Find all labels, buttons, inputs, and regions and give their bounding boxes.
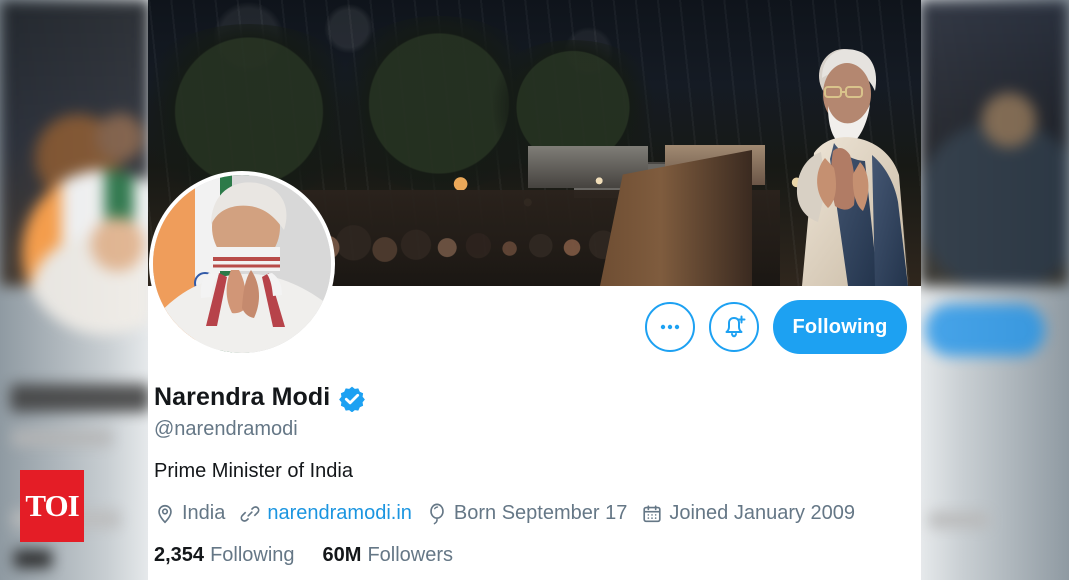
- profile-name: Narendra Modi: [154, 383, 331, 411]
- following-stat[interactable]: 2,354 Following: [154, 544, 295, 567]
- blurred-meta-right: [929, 512, 989, 528]
- profile-bio: Prime Minister of India: [154, 460, 353, 482]
- followers-stat[interactable]: 60M Followers: [323, 544, 453, 567]
- link-icon: [240, 505, 260, 522]
- balloon-icon: [430, 503, 444, 524]
- profile-card: Following Narendra Modi @narendramodi Pr…: [148, 0, 921, 580]
- verified-check-icon: [339, 386, 366, 412]
- blurred-name-left: [10, 384, 150, 412]
- profile-name-row: Narendra Modi: [154, 383, 366, 412]
- joined-text: Joined January 2009: [669, 502, 856, 524]
- calendar-icon: [643, 504, 661, 522]
- more-options-icon: [660, 324, 680, 330]
- following-label: Following: [210, 544, 295, 566]
- location-text: India: [182, 502, 226, 524]
- blurred-stat-left: [14, 550, 52, 568]
- website-link[interactable]: narendramodi.in: [267, 502, 412, 525]
- avatar-image: [153, 175, 331, 353]
- profile-stats: 2,354 Following 60M Followers: [154, 544, 453, 567]
- blurred-following-button-right: [925, 304, 1045, 356]
- location-meta: India: [154, 502, 225, 525]
- birthday-meta: Born September 17: [426, 502, 627, 525]
- blurred-banner-right: [919, 0, 1069, 286]
- profile-meta-row: India narendramodi.in Born September 17 …: [154, 502, 855, 525]
- following-count: 2,354: [154, 544, 205, 566]
- website-meta[interactable]: narendramodi.in: [239, 502, 412, 525]
- toi-logo-badge: TOI: [20, 470, 84, 542]
- profile-actions: Following: [645, 300, 907, 354]
- more-options-button[interactable]: [645, 302, 695, 352]
- blurred-right-background: [919, 0, 1069, 580]
- notifications-button[interactable]: [709, 302, 759, 352]
- profile-avatar[interactable]: [149, 171, 335, 357]
- blurred-handle-left: [12, 430, 112, 446]
- birthday-text: Born September 17: [453, 502, 628, 524]
- screenshot-stage: TOI Following Narendra Modi @narendramod…: [0, 0, 1069, 580]
- location-pin-icon: [158, 504, 172, 523]
- banner-person-image: [796, 49, 908, 286]
- notification-bell-plus-icon: [725, 315, 746, 338]
- joined-meta: Joined January 2009: [641, 502, 855, 525]
- followers-label: Followers: [367, 544, 454, 566]
- followers-count: 60M: [322, 544, 362, 566]
- following-button[interactable]: Following: [773, 300, 907, 354]
- profile-handle: @narendramodi: [154, 418, 298, 440]
